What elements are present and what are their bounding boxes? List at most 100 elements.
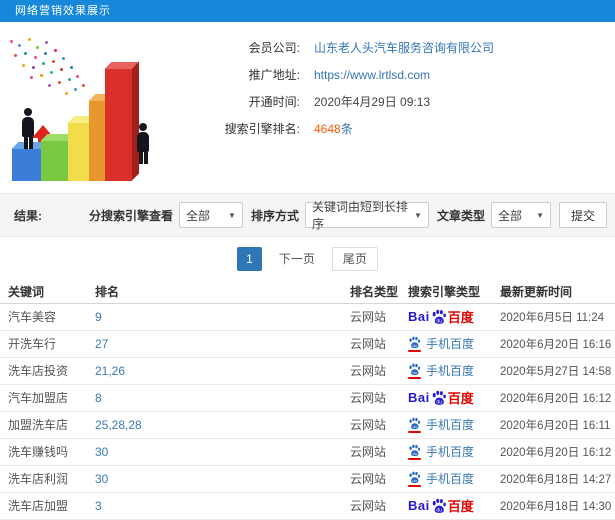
cell-updated: 2020年6月20日 16:16 bbox=[500, 330, 615, 358]
table-row: 洗车店加盟 3 云网站 Bai du 百度 2020年6月18日 14:30 bbox=[0, 492, 615, 520]
next-page-button[interactable]: 下一页 bbox=[270, 247, 324, 271]
company-name-link[interactable]: 山东老人头汽车服务咨询有限公司 bbox=[314, 39, 494, 56]
cell-updated: 2020年6月18日 14:30 bbox=[500, 492, 615, 520]
baidu-logo: Bai du 百度 bbox=[408, 309, 474, 325]
result-label: 结果: bbox=[14, 208, 42, 223]
cell-engine: du 手机百度 bbox=[408, 465, 500, 493]
cell-rank[interactable]: 27 bbox=[95, 330, 350, 358]
engine-rank-count: 4648 bbox=[314, 122, 341, 136]
baidu-paw-icon: du bbox=[431, 309, 447, 325]
svg-text:du: du bbox=[436, 399, 442, 405]
header-updated: 最新更新时间 bbox=[500, 281, 615, 304]
pagination: 1 下一页 尾页 bbox=[0, 237, 615, 281]
baidu-paw-icon: du bbox=[408, 336, 421, 352]
svg-text:du: du bbox=[412, 477, 416, 482]
cell-keyword: 洗车赚钱吗 bbox=[0, 438, 95, 466]
promotion-url-link[interactable]: https://www.lrtlsd.com bbox=[314, 68, 430, 82]
cell-rank-type: 云网站 bbox=[350, 438, 408, 466]
info-row-engine-rank: 搜索引擎排名: 4648条 bbox=[185, 115, 615, 142]
header-rank: 排名 bbox=[95, 281, 350, 304]
cell-rank-type: 云网站 bbox=[350, 492, 408, 520]
businessman-figure-left bbox=[22, 108, 34, 149]
chevron-down-icon: ▼ bbox=[228, 210, 236, 220]
table-row: 加盟洗车店 25,28,28 云网站 du 手机百度 2020年6月20日 16:1… bbox=[0, 411, 615, 439]
cell-keyword: 开洗车行 bbox=[0, 330, 95, 358]
open-time-value: 2020年4月29日 09:13 bbox=[314, 95, 431, 109]
cell-keyword: 洗车店加盟 bbox=[0, 492, 95, 520]
cell-rank-type: 云网站 bbox=[350, 357, 408, 385]
cell-keyword: 加盟洗车店 bbox=[0, 411, 95, 439]
cell-engine: Bai du 百度 bbox=[408, 492, 500, 520]
baidu-paw-underline bbox=[408, 376, 421, 379]
cell-rank[interactable]: 30 bbox=[95, 438, 350, 466]
cell-rank[interactable]: 30 bbox=[95, 465, 350, 493]
baidu-logo: Bai du 百度 bbox=[408, 498, 474, 514]
last-page-button[interactable]: 尾页 bbox=[331, 247, 378, 271]
cell-rank-type: 云网站 bbox=[350, 330, 408, 358]
cell-rank[interactable]: 3 bbox=[95, 492, 350, 520]
cell-updated: 2020年6月20日 16:12 bbox=[500, 438, 615, 466]
engine-filter-select[interactable]: 全部 ▼ bbox=[178, 202, 243, 228]
cell-updated: 2020年6月20日 16:12 bbox=[500, 384, 615, 412]
cell-updated: 2020年6月20日 16:11 bbox=[500, 411, 615, 439]
cell-rank[interactable]: 25,28,28 bbox=[95, 411, 350, 439]
cell-engine: du 手机百度 bbox=[408, 438, 500, 466]
cell-rank-type: 云网站 bbox=[350, 465, 408, 493]
info-row-url: 推广地址: https://www.lrtlsd.com bbox=[185, 61, 615, 88]
article-type-select[interactable]: 全部 ▼ bbox=[490, 202, 551, 228]
baidu-paw-underline bbox=[408, 430, 421, 433]
baidu-paw-icon: du bbox=[408, 363, 421, 379]
member-info-list: 会员公司: 山东老人头汽车服务咨询有限公司 推广地址: https://www.… bbox=[185, 22, 615, 142]
table-header-row: 关键词 排名 排名类型 搜索引擎类型 最新更新时间 bbox=[0, 281, 615, 304]
cell-keyword: 洗车店投资 bbox=[0, 357, 95, 385]
table-row: 汽车加盟店 8 云网站 Bai du 百度 2020年6月20日 16:12 bbox=[0, 384, 615, 412]
article-type-value: 全部 bbox=[497, 208, 522, 223]
results-table: 关键词 排名 排名类型 搜索引擎类型 最新更新时间 汽车美容 9 云网站 Bai d… bbox=[0, 281, 615, 520]
engine-filter-value: 全部 bbox=[185, 208, 210, 223]
businessman-figure-right bbox=[137, 123, 149, 164]
baidu-paw-underline bbox=[408, 484, 421, 487]
page-title: 网络营销效果展示 bbox=[15, 5, 111, 17]
chevron-down-icon: ▼ bbox=[414, 210, 422, 220]
cell-rank-type: 云网站 bbox=[350, 303, 408, 331]
bar-red bbox=[104, 61, 139, 181]
table-row: 汽车美容 9 云网站 Bai du 百度 2020年6月5日 11:24 bbox=[0, 303, 615, 331]
baidu-paw-underline bbox=[408, 457, 421, 460]
mobile-baidu-logo: du 手机百度 bbox=[408, 362, 474, 379]
page-button-current[interactable]: 1 bbox=[237, 247, 262, 271]
cell-rank[interactable]: 8 bbox=[95, 384, 350, 412]
cell-rank-type: 云网站 bbox=[350, 384, 408, 412]
cell-engine: Bai du 百度 bbox=[408, 384, 500, 412]
engine-filter-label: 分搜索引擎查看 bbox=[88, 208, 173, 223]
header-keyword: 关键词 bbox=[0, 281, 95, 304]
cell-rank[interactable]: 21,26 bbox=[95, 357, 350, 385]
cell-updated: 2020年5月27日 14:58 bbox=[500, 357, 615, 385]
engine-rank-unit: 条 bbox=[340, 122, 353, 136]
baidu-logo: Bai du 百度 bbox=[408, 390, 474, 406]
table-row: 洗车赚钱吗 30 云网站 du 手机百度 2020年6月20日 16:12 bbox=[0, 438, 615, 466]
info-row-open-time: 开通时间: 2020年4月29日 09:13 bbox=[185, 88, 615, 115]
baidu-paw-icon: du bbox=[431, 390, 447, 406]
svg-text:du: du bbox=[412, 369, 416, 374]
sort-value: 关键词由短到长排序 bbox=[311, 200, 408, 231]
header-rank-type: 排名类型 bbox=[350, 281, 408, 304]
cell-rank[interactable]: 9 bbox=[95, 303, 350, 331]
mobile-baidu-logo: du 手机百度 bbox=[408, 443, 474, 460]
svg-text:du: du bbox=[412, 342, 416, 347]
baidu-paw-underline bbox=[408, 349, 421, 352]
mobile-baidu-logo: du 手机百度 bbox=[408, 416, 474, 433]
sort-select[interactable]: 关键词由短到长排序 ▼ bbox=[304, 200, 429, 231]
cell-engine: du 手机百度 bbox=[408, 357, 500, 385]
svg-text:du: du bbox=[436, 318, 442, 324]
engine-rank-label: 搜索引擎排名: bbox=[224, 122, 300, 136]
svg-text:du: du bbox=[412, 450, 416, 455]
mobile-baidu-logo: du 手机百度 bbox=[408, 470, 474, 487]
baidu-paw-icon: du bbox=[431, 498, 447, 514]
info-section: 会员公司: 山东老人头汽车服务咨询有限公司 推广地址: https://www.… bbox=[0, 22, 615, 193]
filter-bar: 结果: 分搜索引擎查看 全部 ▼ 排序方式 关键词由短到长排序 ▼ 文章类型 全… bbox=[0, 193, 615, 237]
submit-button[interactable]: 提交 bbox=[558, 202, 607, 228]
cell-keyword: 汽车加盟店 bbox=[0, 384, 95, 412]
baidu-paw-icon: du bbox=[408, 471, 421, 487]
info-row-company: 会员公司: 山东老人头汽车服务咨询有限公司 bbox=[185, 34, 615, 61]
cell-keyword: 洗车店利润 bbox=[0, 465, 95, 493]
